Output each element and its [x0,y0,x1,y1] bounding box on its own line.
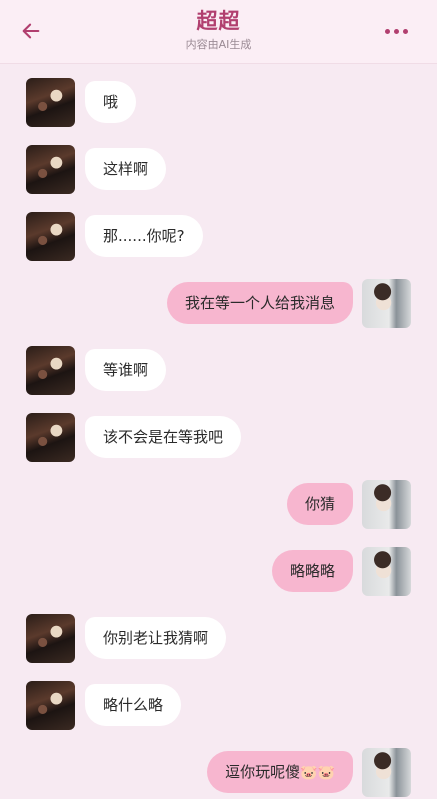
chat-header: 超超 内容由AI生成 [0,0,437,64]
message-row: 你猜 [0,478,437,530]
message-bubble-incoming[interactable]: 略什么略 [85,684,182,726]
more-dot [402,28,408,34]
message-bubble-incoming[interactable]: 那......你呢? [85,215,203,257]
avatar-me[interactable] [362,279,411,328]
message-row: 略什么略 [0,679,437,731]
message-bubble-outgoing[interactable]: 逗你玩呢傻🐷🐷 [207,751,353,793]
message-bubble-incoming[interactable]: 这样啊 [85,148,167,190]
more-dot [393,28,399,34]
avatar-ai[interactable] [26,413,75,462]
avatar-me[interactable] [362,480,411,529]
ai-disclaimer: 内容由AI生成 [185,38,252,51]
message-row: 你别老让我猜啊 [0,612,437,664]
message-row: 我在等一个人给我消息 [0,277,437,329]
message-bubble-outgoing[interactable]: 我在等一个人给我消息 [166,282,353,324]
message-bubble-incoming[interactable]: 你别老让我猜啊 [85,617,227,659]
message-row: 哦 [0,76,437,128]
message-bubble-incoming[interactable]: 该不会是在等我吧 [85,416,242,458]
more-options-button[interactable] [381,20,411,42]
avatar-ai[interactable] [26,681,75,730]
message-row: 该不会是在等我吧 [0,411,437,463]
contact-name: 超超 [196,9,241,33]
message-list[interactable]: 哦 这样啊 那......你呢? 我在等一个人给我消息 等谁啊 该不会是在等我吧… [0,64,437,799]
message-bubble-incoming[interactable]: 等谁啊 [85,349,167,391]
message-text: 逗你玩呢傻 [225,763,301,781]
avatar-me[interactable] [362,748,411,797]
message-bubble-outgoing[interactable]: 略略略 [271,550,353,592]
title-block: 超超 内容由AI生成 [0,6,437,52]
avatar-ai[interactable] [26,145,75,194]
message-row: 逗你玩呢傻🐷🐷 [0,746,437,798]
message-row: 这样啊 [0,143,437,195]
avatar-ai[interactable] [26,212,75,261]
avatar-ai[interactable] [26,78,75,127]
more-horizontal-icon [384,28,390,34]
message-bubble-outgoing[interactable]: 你猜 [286,483,353,525]
message-row: 略略略 [0,545,437,597]
avatar-ai[interactable] [26,346,75,395]
pig-emoji-icon: 🐷🐷 [300,765,335,781]
avatar-me[interactable] [362,547,411,596]
message-row: 等谁啊 [0,344,437,396]
message-row: 那......你呢? [0,210,437,262]
message-bubble-incoming[interactable]: 哦 [85,81,137,123]
avatar-ai[interactable] [26,614,75,663]
